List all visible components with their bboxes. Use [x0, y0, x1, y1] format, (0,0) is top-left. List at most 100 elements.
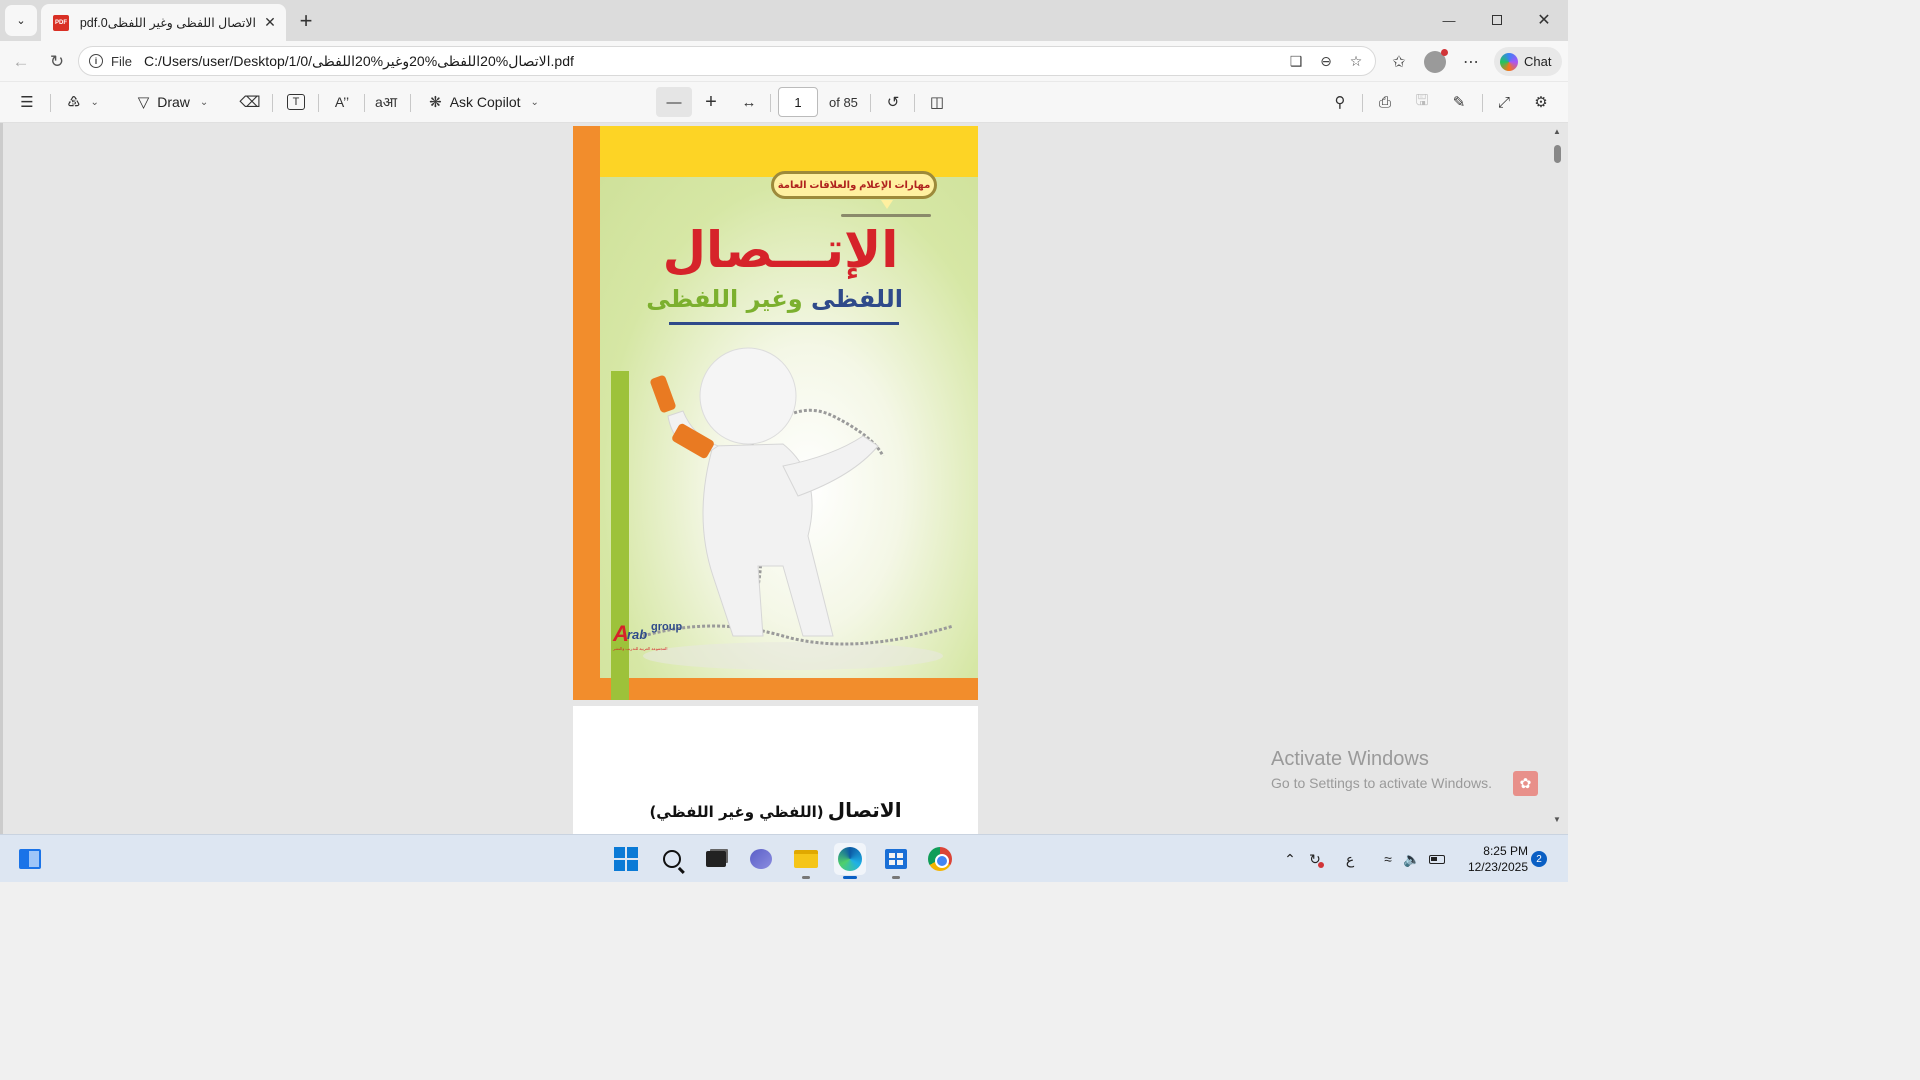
wifi-button[interactable]: ≈	[1378, 849, 1398, 869]
clock[interactable]: 8:25 PM 12/23/2025	[1458, 843, 1528, 875]
badge-shadow	[841, 214, 931, 217]
draw-label: Draw	[157, 94, 190, 110]
divider	[410, 94, 411, 112]
zoom-out-button[interactable]: —	[656, 87, 692, 117]
volume-button[interactable]: 🔈	[1402, 849, 1422, 869]
zoom-in-button[interactable]: +	[698, 87, 724, 117]
more-button[interactable]: ⋯	[1458, 47, 1484, 77]
settings-button[interactable]: ⚙	[1526, 87, 1556, 117]
profile-button[interactable]	[1422, 47, 1448, 77]
minimize-icon: —	[1442, 12, 1456, 28]
minimize-button[interactable]: —	[1426, 0, 1472, 40]
favorites-button[interactable]: ✩	[1386, 47, 1412, 77]
fit-to-width-button[interactable]: ↔	[734, 87, 764, 117]
tab-actions-menu[interactable]: ⌄	[5, 5, 37, 36]
cover-subtitle: اللفظى وغير اللفظى	[646, 285, 903, 313]
info-icon[interactable]: i	[89, 54, 103, 68]
scroll-thumb[interactable]	[1554, 145, 1561, 163]
volume-icon: 🔈	[1403, 850, 1421, 867]
edge-taskbar-button[interactable]	[834, 843, 866, 879]
save-button[interactable]: 🖫	[1408, 87, 1436, 117]
save-as-icon: ✎	[1452, 94, 1466, 111]
chat-button[interactable]: Chat	[1494, 47, 1562, 76]
widgets-button[interactable]	[14, 843, 46, 875]
immersive-reader-icon[interactable]: ❑	[1283, 50, 1309, 72]
acrobat-icon[interactable]: ✿	[1513, 771, 1538, 796]
clock-time: 8:25 PM	[1483, 844, 1528, 858]
notification-badge[interactable]: 2	[1531, 851, 1547, 867]
task-view-button[interactable]	[700, 843, 732, 875]
new-tab-button[interactable]: +	[292, 7, 320, 35]
file-explorer-button[interactable]	[790, 843, 822, 879]
plus-icon: +	[705, 90, 717, 113]
find-button[interactable]: ⚲	[1326, 87, 1354, 117]
chevron-up-icon: ⌃	[1284, 850, 1296, 867]
show-hidden-icons-button[interactable]: ⌃	[1280, 849, 1300, 869]
divider	[272, 94, 273, 112]
cover-orange-footer	[573, 678, 978, 700]
page-view-button[interactable]: ◫	[922, 87, 952, 117]
url-text[interactable]: C:/Users/user/Desktop/1/0/الاتصال%20اللف…	[144, 53, 574, 70]
divider	[364, 94, 365, 112]
store-button[interactable]	[880, 843, 912, 879]
battery-icon	[1429, 854, 1445, 864]
highlight-button[interactable]: ♷ ⌄	[58, 87, 108, 117]
pdf-viewer[interactable]: مهارات الإعلام والعلاقات العامة الإتـــص…	[0, 123, 1568, 834]
zoom-out-icon[interactable]: ⊖	[1313, 50, 1339, 72]
cover-badge: مهارات الإعلام والعلاقات العامة	[771, 171, 937, 199]
tab-active[interactable]: PDF الاتصال اللفظى وغير اللفظى0.pdf ✕	[41, 4, 286, 41]
cover-subtitle-part1: اللفظى	[811, 285, 903, 313]
read-aloud-button[interactable]: A’’	[328, 87, 356, 117]
ask-copilot-button[interactable]: ❋ Ask Copilot ⌄	[420, 87, 548, 117]
copilot-icon: ❋	[429, 94, 442, 111]
draw-button[interactable]: ▽ Draw ⌄	[126, 87, 220, 117]
add-text-button[interactable]: T	[282, 87, 310, 117]
page2-title-main: الاتصال	[827, 798, 902, 822]
chrome-button[interactable]	[924, 843, 956, 875]
translate-icon: aआ	[374, 93, 398, 110]
badge-pointer	[881, 200, 893, 209]
erase-button[interactable]: ⌫	[236, 87, 264, 117]
address-bar[interactable]: i File C:/Users/user/Desktop/1/0/الاتصال…	[78, 46, 1376, 76]
cover-yellow-band	[573, 126, 978, 177]
clock-date: 12/23/2025	[1467, 860, 1528, 874]
start-button[interactable]	[610, 843, 642, 875]
restore-icon	[1492, 15, 1502, 25]
input-language-indicator[interactable]: ع	[1340, 849, 1360, 869]
print-button[interactable]: ⎙	[1370, 87, 1400, 117]
close-tab-icon[interactable]: ✕	[262, 14, 278, 31]
list-icon: ☰	[20, 94, 34, 111]
widgets-icon	[19, 849, 41, 869]
close-window-button[interactable]: ✕	[1521, 0, 1567, 40]
save-as-button[interactable]: ✎	[1444, 87, 1474, 117]
watermark-line1: Activate Windows	[1271, 748, 1429, 770]
scroll-up-arrow-icon[interactable]: ▲	[1552, 127, 1562, 136]
page-number-input[interactable]: 1	[778, 87, 818, 117]
vertical-scrollbar[interactable]: ▲ ▼	[1552, 127, 1562, 827]
printer-icon: ⎙	[1378, 93, 1391, 111]
rotate-button[interactable]: ↺	[878, 87, 908, 117]
scroll-down-arrow-icon[interactable]: ▼	[1552, 815, 1562, 824]
task-view-icon	[706, 851, 726, 867]
close-icon: ✕	[1537, 12, 1551, 29]
fullscreen-button[interactable]: ⤢	[1490, 87, 1518, 117]
battery-button[interactable]	[1426, 849, 1448, 869]
page2-heading: الاتصال (اللفظي وغير اللفظي)	[573, 798, 978, 822]
sync-status-button[interactable]: ↻	[1304, 849, 1326, 869]
ask-copilot-label: Ask Copilot	[449, 94, 521, 110]
cover-orange-bar	[573, 126, 600, 700]
refresh-button[interactable]: ↻	[42, 47, 72, 77]
meet-app-button[interactable]	[745, 843, 777, 875]
pdf-toolbar: ☰ ♷ ⌄ ▽ Draw ⌄ ⌫ T A’’ aआ ❋ Ask Copilot …	[0, 82, 1568, 123]
restore-button[interactable]	[1474, 0, 1520, 40]
navigation-bar: ← ↻ i File C:/Users/user/Desktop/1/0/الا…	[0, 41, 1568, 81]
favorite-star-icon[interactable]: ☆	[1343, 50, 1369, 72]
watermark-line2: Go to Settings to activate Windows.	[1271, 775, 1492, 791]
contents-button[interactable]: ☰	[12, 87, 42, 117]
translate-button[interactable]: aआ	[372, 87, 400, 117]
taskbar-search-button[interactable]	[656, 843, 688, 875]
divider	[318, 94, 319, 112]
copilot-icon	[1500, 52, 1518, 71]
back-button[interactable]: ←	[6, 47, 36, 77]
divider	[914, 94, 915, 112]
